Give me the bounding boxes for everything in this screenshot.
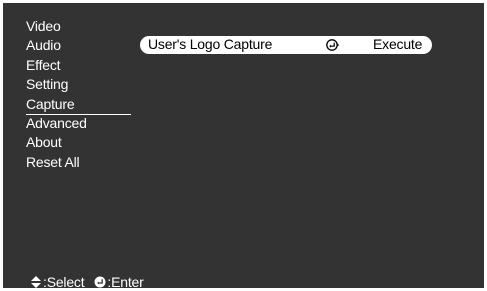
- menu-item-label: Video: [26, 18, 61, 34]
- submenu-item-label: User's Logo Capture: [148, 36, 273, 52]
- menu-item-label: Audio: [26, 37, 61, 54]
- help-statusbar: :Select :Enter: [30, 273, 144, 291]
- selected-item-underline: [26, 114, 131, 115]
- execute-button[interactable]: Execute: [373, 35, 422, 54]
- menu-item-label: Effect: [26, 56, 61, 73]
- menu-item-label: Setting: [26, 76, 69, 93]
- menu-item-audio[interactable]: Audio: [26, 36, 87, 55]
- submenu-item-users-logo-capture[interactable]: User's Logo Capture Execute: [140, 36, 432, 54]
- menu-item-label: Capture: [26, 95, 75, 112]
- select-hint-label: :Select: [43, 274, 85, 290]
- menu-item-about[interactable]: About: [26, 133, 87, 152]
- menu-item-reset-all[interactable]: Reset All: [26, 153, 87, 172]
- menu-item-label: About: [26, 134, 62, 151]
- menu-item-effect[interactable]: Effect: [26, 56, 87, 75]
- menu-item-video[interactable]: Video: [26, 17, 87, 36]
- projector-osd-menu: Video Audio Effect Setting Capture Advan…: [3, 3, 484, 291]
- enter-icon: [94, 276, 106, 288]
- menu-item-label: Reset All: [26, 153, 80, 170]
- up-down-arrow-icon: [31, 276, 41, 288]
- menu-item-advanced[interactable]: Advanced: [26, 114, 87, 133]
- menu-item-label: Advanced: [26, 114, 87, 131]
- enter-hint-label: :Enter: [107, 274, 144, 290]
- enter-icon: [326, 39, 340, 51]
- menu-item-setting[interactable]: Setting: [26, 75, 87, 94]
- main-menu: Video Audio Effect Setting Capture Advan…: [26, 17, 87, 172]
- menu-item-capture[interactable]: Capture: [26, 95, 87, 114]
